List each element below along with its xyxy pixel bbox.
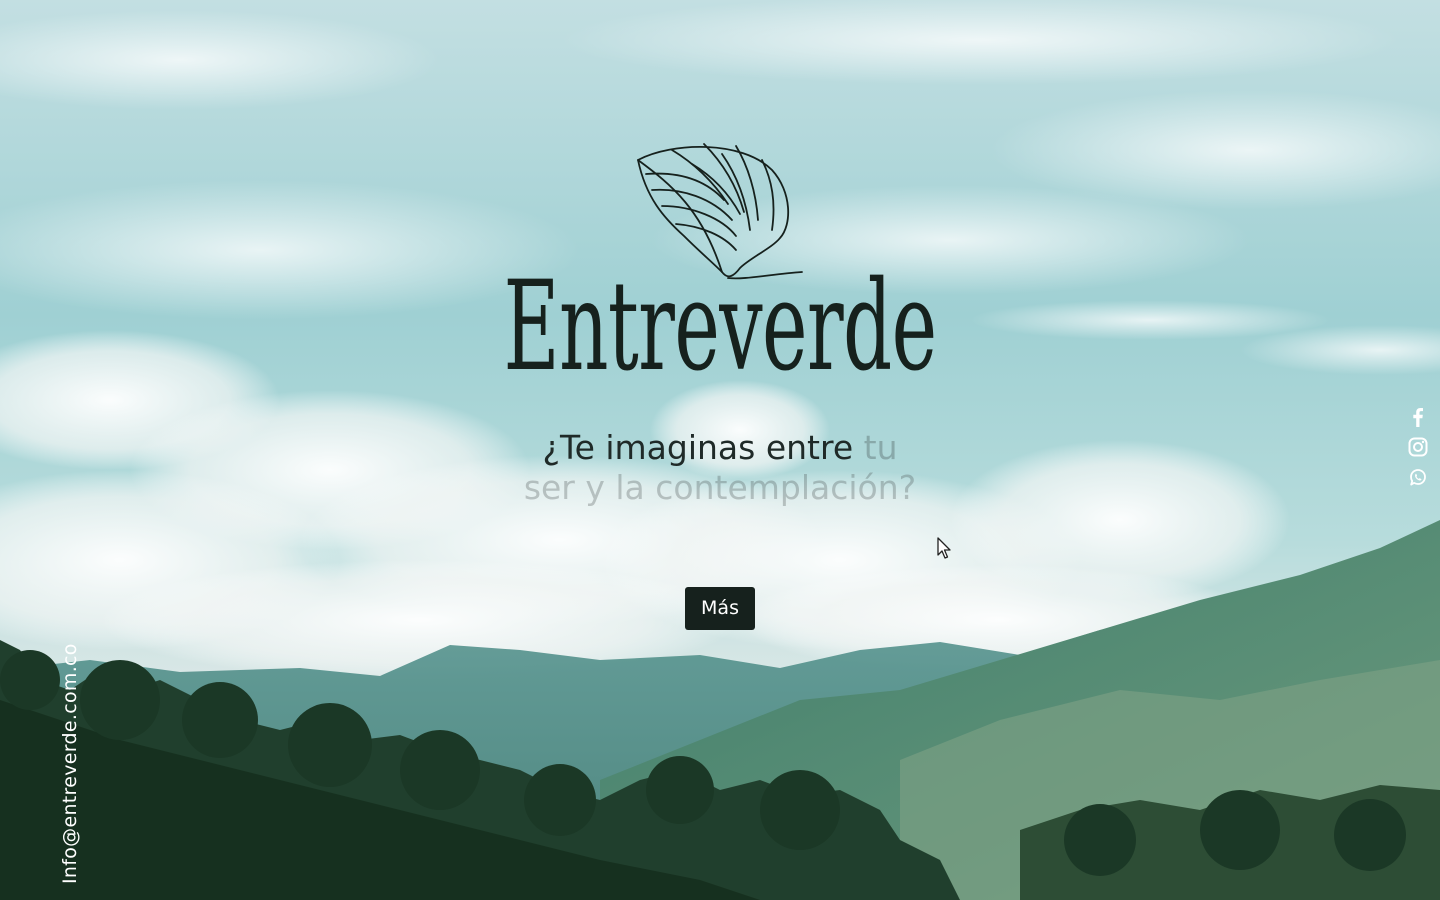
tagline-main-text: ¿Te imaginas entre — [542, 428, 864, 467]
hero-tagline: ¿Te imaginas entre tu ser y la contempla… — [470, 428, 970, 508]
social-links — [1405, 406, 1431, 496]
facebook-icon[interactable] — [1407, 406, 1429, 428]
whatsapp-icon[interactable] — [1407, 466, 1429, 488]
tagline-fading-word: tu — [863, 428, 898, 467]
hero-section: Entreverde ¿Te imaginas entre tu ser y l… — [0, 0, 1440, 900]
brand-title: Entreverde — [503, 255, 938, 399]
instagram-icon[interactable] — [1407, 436, 1429, 458]
more-button[interactable]: Más — [685, 587, 755, 630]
contact-email-link[interactable]: Info@entreverde.com.co — [58, 643, 82, 884]
mouse-cursor-icon — [937, 537, 951, 559]
tagline-fading-line: ser y la contemplación? — [523, 468, 917, 507]
